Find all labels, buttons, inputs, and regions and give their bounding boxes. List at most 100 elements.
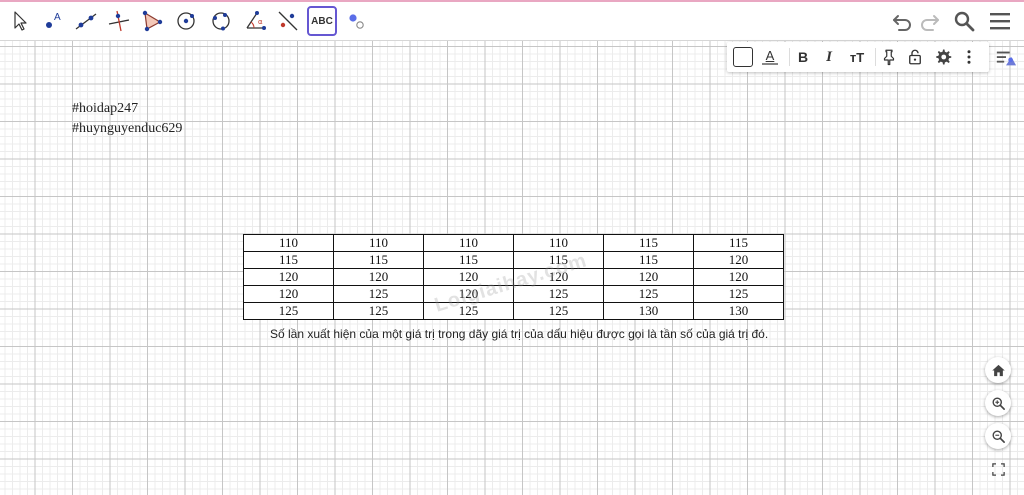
table-cell: 115 bbox=[603, 234, 694, 252]
main-menu-button[interactable] bbox=[987, 8, 1013, 34]
reflect-line-icon bbox=[278, 11, 298, 31]
zoom-in-icon bbox=[992, 397, 1005, 410]
perpendicular-icon bbox=[108, 10, 130, 32]
point-a-icon: A bbox=[46, 12, 61, 28]
zoom-out-icon bbox=[992, 430, 1005, 443]
style-bar-toggle-button[interactable] bbox=[994, 47, 1018, 69]
bold-button[interactable]: B bbox=[792, 42, 814, 72]
lock-open-icon bbox=[909, 49, 921, 65]
italic-button[interactable]: I bbox=[818, 42, 840, 72]
table-cell: 125 bbox=[243, 302, 334, 320]
fullscreen-button[interactable] bbox=[985, 456, 1011, 482]
table-row: 110 110 110 110 115 115 bbox=[243, 234, 784, 252]
text-color-icon: A bbox=[762, 49, 778, 65]
angle-tool-button[interactable]: α bbox=[240, 6, 270, 36]
table-cell: 120 bbox=[513, 268, 604, 286]
table-cell: 120 bbox=[243, 268, 334, 286]
undo-button[interactable] bbox=[889, 8, 915, 34]
table-cell: 125 bbox=[333, 285, 424, 303]
table-cell: 110 bbox=[243, 234, 334, 252]
home-icon bbox=[991, 364, 1005, 376]
table-row: 120 120 120 120 120 120 bbox=[243, 268, 784, 286]
table-cell: 120 bbox=[423, 285, 514, 303]
triangle-icon bbox=[142, 10, 163, 32]
polygon-tool-button[interactable] bbox=[137, 6, 167, 36]
table-cell: 110 bbox=[333, 234, 424, 252]
move-tool-button[interactable] bbox=[5, 6, 35, 36]
more-options-button[interactable] bbox=[959, 42, 979, 72]
table-cell: 115 bbox=[603, 251, 694, 269]
table-cell: 125 bbox=[423, 302, 514, 320]
table-cell: 110 bbox=[423, 234, 514, 252]
table-cell: 120 bbox=[693, 268, 784, 286]
table-cell: 115 bbox=[513, 251, 604, 269]
background-swatch-icon bbox=[733, 47, 753, 67]
table-cell: 120 bbox=[243, 285, 334, 303]
table-cell: 115 bbox=[243, 251, 334, 269]
table-cell: 125 bbox=[603, 285, 694, 303]
slider-tool-button[interactable] bbox=[341, 6, 371, 36]
table-cell: 125 bbox=[513, 285, 604, 303]
table-cell: 130 bbox=[603, 302, 694, 320]
fullscreen-icon bbox=[991, 462, 1005, 476]
text-object-hashtag-1[interactable]: #hoidap247 bbox=[72, 101, 138, 117]
hamburger-menu-icon bbox=[990, 13, 1010, 30]
circle-center-point-tool-button[interactable] bbox=[171, 6, 201, 36]
search-button[interactable] bbox=[951, 8, 977, 34]
style-bar: A B I тT bbox=[727, 42, 989, 72]
style-bar-separator bbox=[789, 48, 790, 66]
main-toolbar: A α ABC bbox=[0, 0, 1024, 41]
font-size-button[interactable]: тT bbox=[844, 42, 870, 72]
more-vertical-icon bbox=[967, 50, 971, 64]
table-cell: 125 bbox=[333, 302, 424, 320]
home-view-button[interactable] bbox=[985, 357, 1011, 383]
slider-points-icon bbox=[349, 14, 364, 29]
circle-three-points-tool-button[interactable] bbox=[206, 6, 236, 36]
settings-button[interactable] bbox=[931, 42, 955, 72]
table-row: 125 125 125 125 130 130 bbox=[243, 302, 784, 320]
text-color-button[interactable]: A bbox=[758, 42, 782, 72]
lock-button[interactable] bbox=[904, 42, 926, 72]
redo-button[interactable] bbox=[917, 8, 943, 34]
text-tool-button[interactable]: ABC bbox=[307, 6, 337, 36]
circle-three-points-icon bbox=[212, 12, 230, 31]
zoom-in-button[interactable] bbox=[985, 390, 1011, 416]
perpendicular-line-tool-button[interactable] bbox=[104, 6, 134, 36]
table-cell: 120 bbox=[693, 251, 784, 269]
font-size-icon: тT bbox=[849, 49, 865, 65]
table-cell: 115 bbox=[333, 251, 424, 269]
bold-icon: B bbox=[797, 49, 809, 65]
data-table[interactable]: 110 110 110 110 115 115 115 115 115 115 115 120 120 1… bbox=[243, 234, 784, 320]
pin-button[interactable] bbox=[878, 42, 900, 72]
point-tool-button[interactable]: A bbox=[38, 6, 68, 36]
table-cell: 110 bbox=[513, 234, 604, 252]
zoom-out-button[interactable] bbox=[985, 423, 1011, 449]
redo-icon bbox=[921, 15, 939, 31]
cursor-arrow-icon bbox=[14, 11, 27, 31]
table-cell: 120 bbox=[423, 268, 514, 286]
style-bar-separator bbox=[875, 48, 876, 66]
definition-caption[interactable]: Số lần xuất hiện của một giá trị trong d… bbox=[270, 327, 768, 341]
table-cell: 120 bbox=[603, 268, 694, 286]
circle-center-icon bbox=[177, 12, 195, 30]
background-color-button[interactable] bbox=[731, 42, 755, 72]
line-through-points-icon bbox=[75, 13, 97, 30]
table-cell: 125 bbox=[693, 285, 784, 303]
table-row: 115 115 115 115 115 120 bbox=[243, 251, 784, 269]
italic-icon: I bbox=[826, 48, 832, 65]
svg-text:A: A bbox=[54, 12, 61, 23]
undo-icon bbox=[893, 15, 911, 31]
svg-text:α: α bbox=[258, 18, 263, 26]
text-object-hashtag-2[interactable]: #huynguyenduc629 bbox=[72, 121, 182, 137]
data-table-body: 110 110 110 110 115 115 115 115 115 115 115 120 120 1… bbox=[243, 234, 784, 320]
line-tool-button[interactable] bbox=[71, 6, 101, 36]
table-cell: 130 bbox=[693, 302, 784, 320]
reflect-line-tool-button[interactable] bbox=[273, 6, 303, 36]
table-row: 120 125 120 125 125 125 bbox=[243, 285, 784, 303]
angle-icon: α bbox=[246, 11, 266, 30]
table-cell: 115 bbox=[423, 251, 514, 269]
search-icon bbox=[954, 11, 975, 32]
style-bar-toggle-icon bbox=[996, 51, 1017, 66]
text-abc-icon: ABC bbox=[311, 15, 333, 27]
pin-icon bbox=[883, 49, 895, 66]
